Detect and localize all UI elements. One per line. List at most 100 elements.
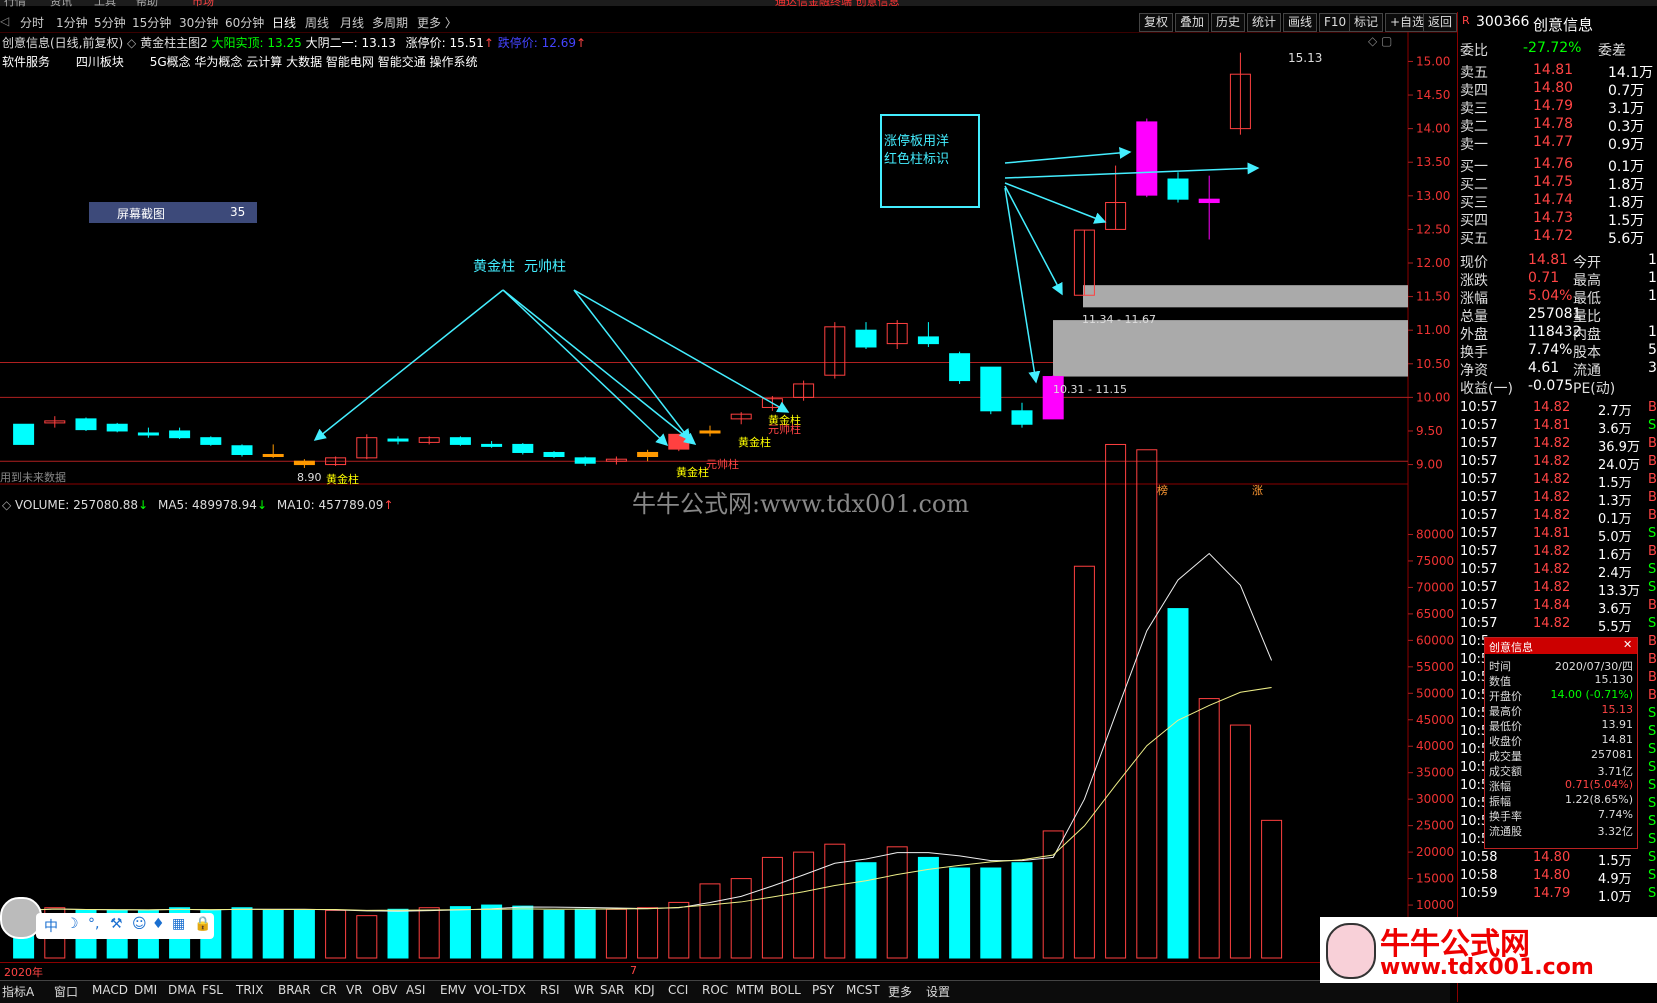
bid-row[interactable]: 买四 14.73 1.5万: [1458, 210, 1657, 229]
indicator-tab[interactable]: MTM: [736, 983, 764, 997]
indicator-tab[interactable]: VOL-TDX: [474, 983, 526, 997]
annotation-arrow: [573, 289, 691, 442]
bid-row[interactable]: 买一 14.76 0.1万: [1458, 156, 1657, 175]
volume-bar: [1167, 608, 1189, 959]
indicator-tab[interactable]: 设置: [926, 983, 950, 1000]
date-year: 2020年: [4, 966, 43, 979]
ime-emoji-icon[interactable]: ☺: [132, 916, 147, 932]
tick-row: 10:57 14.82 5.5万 S: [1458, 616, 1657, 635]
stat-row[interactable]: 外盘118432内盘13: [1458, 324, 1657, 343]
tick-side: S: [1648, 526, 1657, 541]
bid-row[interactable]: 买三 14.74 1.8万: [1458, 192, 1657, 211]
indicator-tab[interactable]: SAR: [600, 983, 624, 997]
stat-row[interactable]: 总量 257081 量比: [1458, 306, 1657, 325]
indicator-tab[interactable]: DMA: [168, 983, 196, 997]
ime-bar[interactable]: 中 ☽ °, ⚒ ☺ ♦ ▦ 🔒: [36, 913, 214, 939]
weicha-label: 委差: [1598, 43, 1626, 59]
tick-row: 10:57 14.82 2.7万 B: [1458, 400, 1657, 419]
stat-row[interactable]: 现价 14.81 今开 1: [1458, 252, 1657, 271]
annotation-arrow: [502, 289, 669, 447]
ime-lock-icon[interactable]: 🔒: [194, 916, 211, 932]
stat-value-2: 3.: [1648, 360, 1657, 376]
indicator-tab[interactable]: EMV: [440, 983, 466, 997]
indicator-tab[interactable]: BRAR: [278, 983, 311, 997]
indicator-tab[interactable]: ROC: [702, 983, 728, 997]
indicator-tab[interactable]: BOLL: [770, 983, 801, 997]
indicator-tab[interactable]: MACD: [92, 983, 128, 997]
stat-row[interactable]: 换手 7.74%股本 5.: [1458, 342, 1657, 361]
tick-side: S: [1648, 778, 1657, 793]
tick-volume: 1.0万: [1598, 890, 1632, 905]
ask-label: 卖五: [1460, 65, 1488, 81]
indicator-tab[interactable]: ASI: [406, 983, 425, 997]
candle-body: [917, 336, 939, 345]
volume-bar: [668, 901, 690, 959]
bid-row[interactable]: 买五 14.72 5.6万: [1458, 228, 1657, 247]
gold-label-3: 黄金柱: [738, 436, 771, 449]
annotation-arrow: [1004, 146, 1132, 164]
volume-bar: [512, 905, 534, 959]
volume-tick-label: 50000: [1416, 686, 1454, 700]
volume-bar: [730, 878, 752, 959]
indicator-tab[interactable]: FSL: [202, 983, 223, 997]
ime-chinese-icon[interactable]: 中: [44, 916, 58, 936]
indicator-tab[interactable]: MCST: [846, 983, 880, 997]
indicator-tab[interactable]: TRIX: [236, 983, 263, 997]
indicator-tab[interactable]: WR: [574, 983, 594, 997]
stat-row[interactable]: 涨跌 0.71 最高 1: [1458, 270, 1657, 289]
indicator-tab[interactable]: VR: [346, 983, 363, 997]
ime-skin-icon[interactable]: ♦: [152, 916, 165, 932]
ime-punct-icon[interactable]: °,: [88, 916, 99, 932]
indicator-tab[interactable]: 窗口: [54, 983, 78, 1000]
stat-label: 换手: [1460, 345, 1488, 361]
indicator-tab[interactable]: OBV: [372, 983, 398, 997]
bid-row[interactable]: 买二 14.75 1.8万: [1458, 174, 1657, 193]
ask-label: 卖四: [1460, 83, 1488, 99]
indicator-tab[interactable]: RSI: [540, 983, 560, 997]
ime-wrench-icon[interactable]: ⚒: [110, 916, 123, 932]
indicator-tab[interactable]: CCI: [668, 983, 688, 997]
indicator-tab[interactable]: CR: [320, 983, 337, 997]
stat-value: 5.04%: [1528, 288, 1573, 304]
ime-moon-icon[interactable]: ☽: [66, 916, 79, 932]
tick-row: 10:57 14.84 3.6万 B: [1458, 598, 1657, 617]
popup-value: 3.32亿: [1597, 825, 1634, 838]
ime-grid-icon[interactable]: ▦: [172, 916, 185, 932]
date-axis: 2020年 7: [0, 962, 1410, 979]
stat-row[interactable]: 涨幅 5.04% 最低 1: [1458, 288, 1657, 307]
watermark-text: 牛牛公式网:www.tdx001.com: [632, 490, 970, 518]
ask-row[interactable]: 卖四 14.80 0.7万: [1458, 80, 1657, 99]
popup-value: 2020/07/30/四: [1554, 660, 1633, 673]
indicator-tab[interactable]: 更多: [888, 983, 912, 1000]
bar-info-popup: 创意信息 ✕ 时间 2020/07/30/四 数值 15.130 开盘价 14.00 (-…: [1484, 637, 1638, 849]
tick-volume: 4.9万: [1598, 872, 1632, 887]
tick-side: B: [1648, 688, 1657, 703]
indicator-tab[interactable]: DMI: [134, 983, 157, 997]
tick-price: 14.81: [1533, 418, 1571, 433]
stat-row[interactable]: 收益(一) -0.075 PE(动): [1458, 378, 1657, 397]
price-tick-label: 13.00: [1416, 189, 1450, 203]
indicator-tab[interactable]: KDJ: [634, 983, 655, 997]
popup-close-icon[interactable]: ✕: [1623, 638, 1632, 651]
volume-tick-label: 70000: [1416, 580, 1454, 594]
ask-row[interactable]: 卖一 14.77 0.9万: [1458, 134, 1657, 153]
stat-row[interactable]: 净资 4.61 流通 3.: [1458, 360, 1657, 379]
volume-bar: [1042, 830, 1064, 959]
indicator-tab[interactable]: PSY: [812, 983, 834, 997]
ime-toolbar[interactable]: 中 ☽ °, ⚒ ☺ ♦ ▦ 🔒: [0, 897, 214, 939]
popup-row: 时间 2020/07/30/四: [1485, 658, 1637, 673]
indicator-tab[interactable]: 指标A: [2, 983, 34, 1000]
ask-row[interactable]: 卖三 14.79 3.1万: [1458, 98, 1657, 117]
stat-value: 14.81: [1528, 252, 1569, 268]
zhangting-note-box: 涨停板用洋 红色柱标识: [880, 114, 980, 208]
popup-row: 涨幅 0.71(5.04%): [1485, 778, 1637, 793]
volume-bar: [886, 846, 908, 959]
tick-side: B: [1648, 400, 1657, 415]
candle-body: [231, 445, 253, 455]
ask-row[interactable]: 卖二 14.78 0.3万: [1458, 116, 1657, 135]
ask-row[interactable]: 卖五 14.81 14.1万: [1458, 62, 1657, 81]
stat-label-2: 最低: [1573, 291, 1601, 307]
popup-row: 收盘价 14.81: [1485, 733, 1637, 748]
price-tick-label: 12.00: [1416, 256, 1450, 270]
stat-label-2: 股本: [1573, 345, 1601, 361]
